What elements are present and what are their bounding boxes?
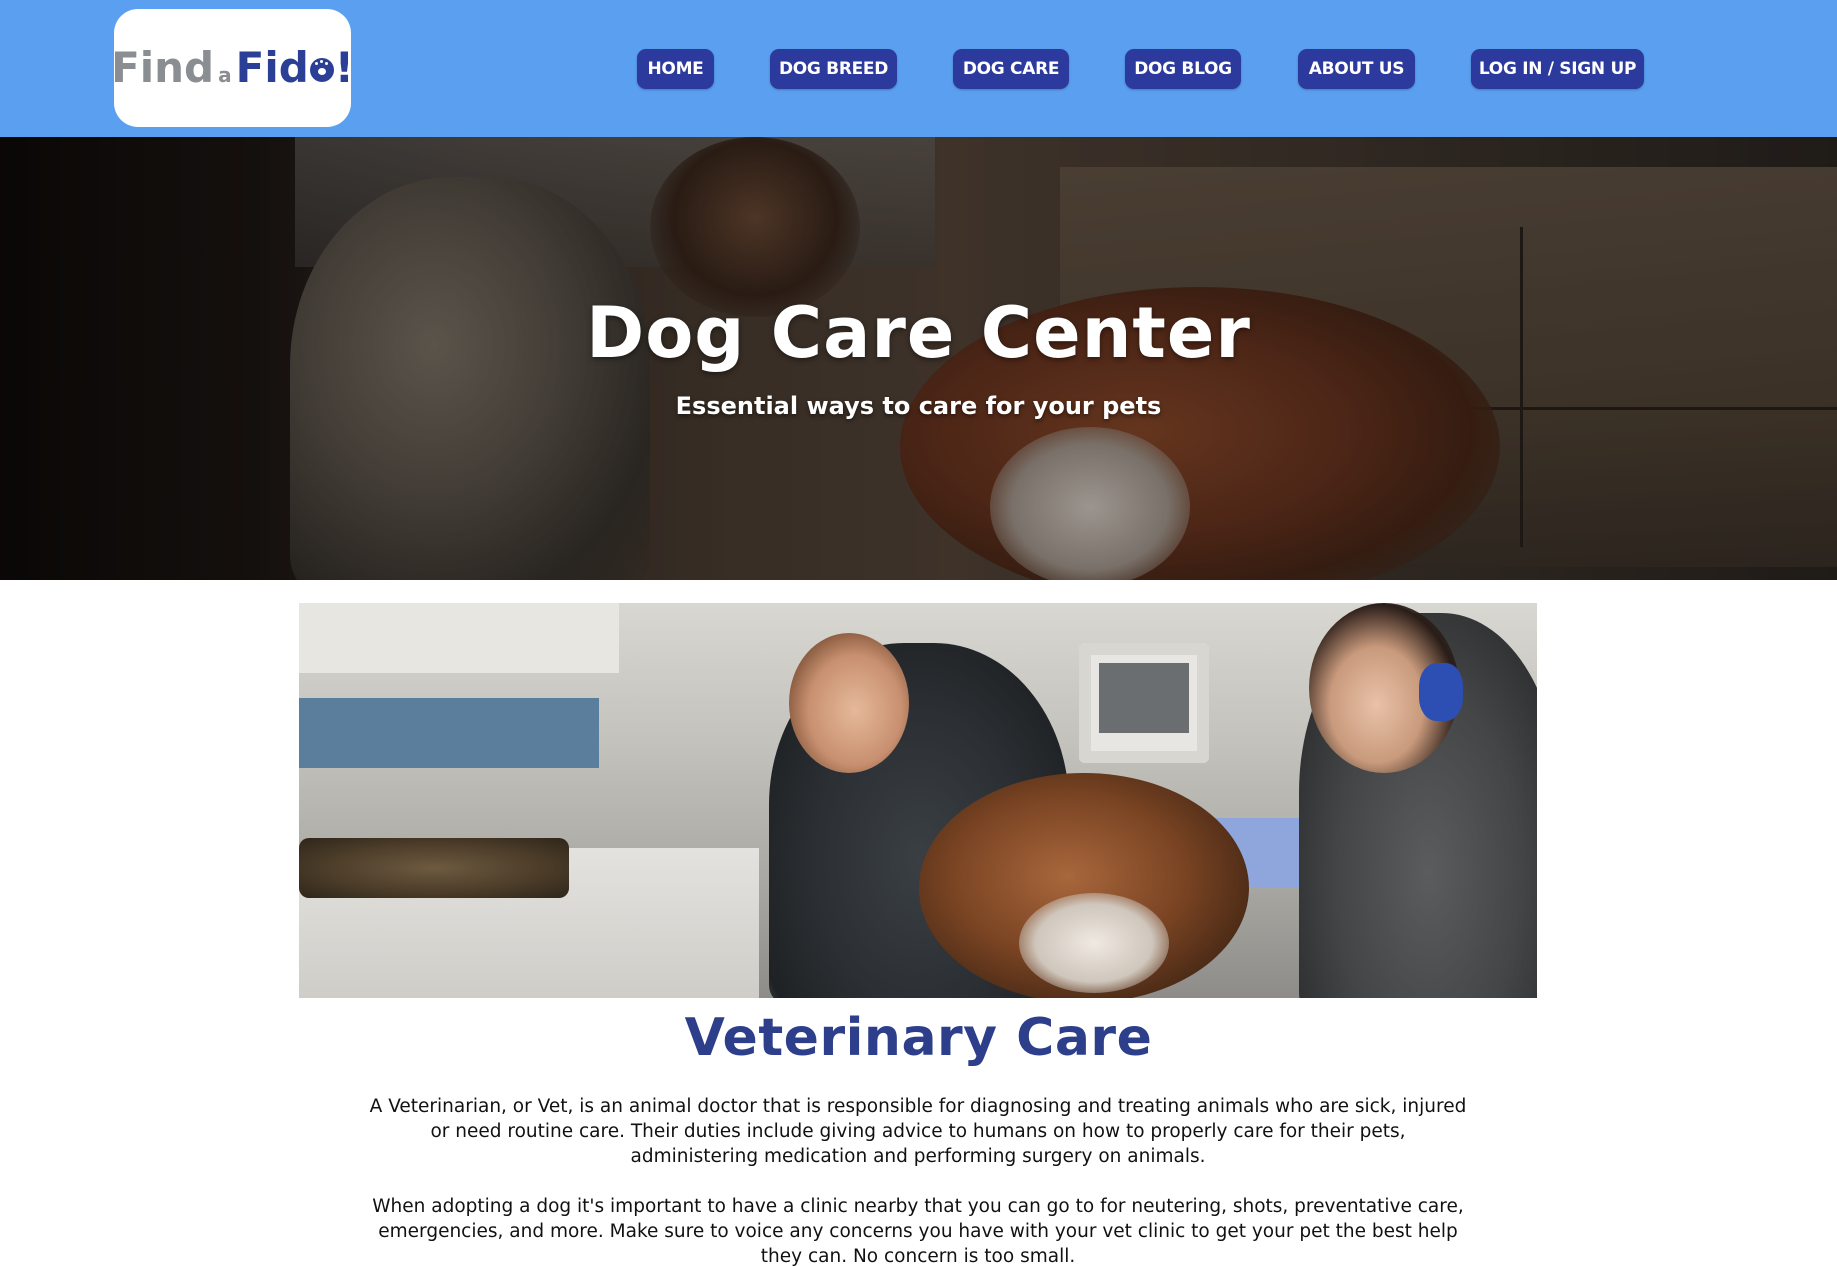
vet-photo-cabinets: [299, 603, 619, 673]
hero-subtitle: Essential ways to care for your pets: [675, 392, 1162, 420]
hero-banner: Dog Care Center Essential ways to care f…: [0, 137, 1837, 580]
nav-login-signup-button[interactable]: LOG IN / SIGN UP: [1471, 49, 1644, 89]
nav-dog-blog-button[interactable]: DOG BLOG: [1125, 49, 1241, 89]
section-paragraph: When adopting a dog it's important to ha…: [372, 1196, 1464, 1267]
nav-about-us-button[interactable]: ABOUT US: [1298, 49, 1415, 89]
vet-photo-blue-wall: [299, 698, 599, 768]
main-navigation: HOME DOG BREED DOG CARE DOG BLOG ABOUT U…: [0, 49, 1837, 89]
veterinary-clinic-photo: [299, 603, 1537, 998]
vet-photo-monitor-screen: [1099, 663, 1189, 733]
section-paragraph: A Veterinarian, or Vet, is an animal doc…: [369, 1096, 1467, 1167]
nav-dog-breed-button[interactable]: DOG BREED: [770, 49, 897, 89]
vet-photo-dog-chest: [1019, 893, 1169, 993]
nav-dog-care-button[interactable]: DOG CARE: [953, 49, 1069, 89]
vet-photo-veterinarian-head: [789, 633, 909, 773]
vet-photo-headphones: [1419, 663, 1463, 721]
site-header: Find a Fid ! HOME DOG BREED DOG CARE DOG…: [0, 0, 1837, 137]
vet-photo-towel: [299, 838, 569, 898]
nav-home-button[interactable]: HOME: [637, 49, 714, 89]
section-title: Veterinary Care: [684, 1008, 1153, 1068]
hero-title: Dog Care Center: [586, 292, 1251, 374]
page: Find a Fid ! HOME DOG BREED DOG CARE DOG…: [0, 0, 1837, 1267]
